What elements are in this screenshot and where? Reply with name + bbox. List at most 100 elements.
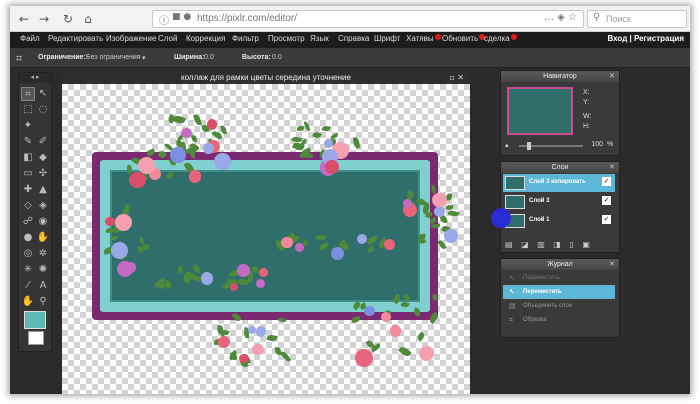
- secondary-color-swatch[interactable]: [28, 331, 44, 345]
- forward-icon[interactable]: →: [36, 11, 52, 27]
- document-controls[interactable]: ▫ ✕: [449, 72, 464, 84]
- bucket-tool-icon[interactable]: ◆: [36, 151, 50, 165]
- clone-tool-icon[interactable]: ✣: [36, 167, 50, 181]
- back-icon[interactable]: ←: [16, 11, 32, 27]
- zoom-slider-handle[interactable]: [527, 142, 531, 150]
- history-item[interactable]: ↖ Переместить: [503, 285, 615, 299]
- gradient-tool-icon[interactable]: ▭: [21, 167, 35, 181]
- sponge-tool-icon[interactable]: ◉: [36, 215, 50, 229]
- close-icon[interactable]: ✕: [609, 259, 615, 270]
- close-icon[interactable]: ✕: [609, 71, 615, 82]
- pencil-tool-icon[interactable]: ✎: [21, 135, 35, 149]
- flower-shape: [129, 171, 146, 189]
- navigator-title: Навигатор: [543, 73, 577, 80]
- lasso-tool-icon[interactable]: ◌: [36, 103, 50, 117]
- width-input[interactable]: 0.0: [204, 54, 214, 61]
- spotheal-tool-icon[interactable]: ✲: [36, 247, 50, 261]
- primary-color-swatch[interactable]: [24, 311, 46, 329]
- menu-update[interactable]: Обновить: [442, 34, 486, 43]
- document-title: коллаж для рамки цветы середина уточнени…: [62, 72, 470, 84]
- home-icon[interactable]: ⌂: [80, 11, 96, 27]
- history-item[interactable]: ▤ Объединить слои: [503, 299, 615, 313]
- chevron-down-icon[interactable]: ▾: [142, 54, 146, 62]
- tools-panel-header[interactable]: ◂ ▸: [19, 73, 51, 83]
- history-item[interactable]: ⌗ Обрезка: [503, 313, 615, 327]
- app-window: ← → ↻ ⌂ ⓘ ■ ● https://pixlr.com/editor/ …: [10, 6, 690, 394]
- flower-shape: [255, 326, 266, 337]
- info-icon[interactable]: ⓘ: [159, 12, 169, 27]
- leaf-shape: [296, 126, 305, 132]
- document-window: коллаж для рамки цветы середина уточнени…: [62, 72, 470, 394]
- drawing-tool-icon[interactable]: ▲: [36, 183, 50, 197]
- menu-font[interactable]: Шрифт: [374, 34, 400, 43]
- menu-adjust[interactable]: Коррекция: [186, 34, 225, 43]
- layer-actions[interactable]: ▤ ◪ ▥ ◨ ▯ ▣: [505, 240, 593, 249]
- type-tool-icon[interactable]: A: [36, 279, 50, 293]
- menu-file[interactable]: Файл: [20, 34, 40, 43]
- visibility-checkbox[interactable]: ✓: [602, 196, 611, 205]
- close-icon[interactable]: ✕: [609, 162, 615, 173]
- canvas[interactable]: [62, 84, 470, 394]
- width-label: Ширина:: [174, 54, 205, 61]
- eraser-tool-icon[interactable]: ◧: [21, 151, 35, 165]
- menu-favorites-label: Хатявы: [406, 34, 434, 43]
- menu-view[interactable]: Просмотр: [268, 34, 305, 43]
- login-register-link[interactable]: Вход | Регистрация: [607, 34, 684, 43]
- brush-tool-icon[interactable]: ✐: [36, 135, 50, 149]
- flower-shape: [125, 261, 137, 273]
- bloat-tool-icon[interactable]: ✳: [21, 263, 35, 277]
- smudge-tool-icon[interactable]: ☍: [21, 215, 35, 229]
- hand-tool-icon[interactable]: ✋: [21, 295, 35, 309]
- zoom-input[interactable]: 100: [589, 141, 603, 148]
- mouse-cursor-highlight: [491, 208, 511, 228]
- menu-edit[interactable]: Редактировать: [48, 34, 103, 43]
- address-bar[interactable]: ⓘ ■ ● https://pixlr.com/editor/ … ◈ ☆: [152, 10, 584, 28]
- height-input[interactable]: 0.0: [272, 54, 282, 61]
- zoom-tool-icon[interactable]: ⚲: [36, 295, 50, 309]
- search-bar[interactable]: ⚲ Поиск: [587, 10, 687, 28]
- dodge-tool-icon[interactable]: ●: [21, 231, 35, 245]
- redeye-tool-icon[interactable]: ◎: [21, 247, 35, 261]
- page-actions-icon[interactable]: … ◈ ☆: [544, 12, 577, 23]
- limit-select[interactable]: Без ограничения: [86, 54, 141, 61]
- menu-layer[interactable]: Слой: [158, 34, 177, 43]
- menu-help[interactable]: Справка: [338, 34, 369, 43]
- burn-tool-icon[interactable]: ✋: [36, 231, 50, 245]
- sharpen-tool-icon[interactable]: ◈: [36, 199, 50, 213]
- zoom-control: ▴ 100 %: [505, 141, 617, 151]
- zoom-out-icon[interactable]: ▴: [505, 141, 509, 149]
- layers-header[interactable]: Слои ✕: [501, 162, 619, 173]
- flower-shape: [363, 305, 375, 317]
- menu-image[interactable]: Изображение: [106, 34, 156, 43]
- history-header[interactable]: Журнал ✕: [501, 259, 619, 270]
- leaf-shape: [191, 135, 198, 143]
- history-panel: Журнал ✕ ↖ Переместить ↖ Переместить ▤ Объед…: [500, 258, 620, 338]
- flower-shape: [418, 346, 434, 362]
- menu-language[interactable]: Язык: [310, 34, 329, 43]
- flower-shape: [206, 119, 218, 130]
- menu-filter[interactable]: Фильтр: [232, 34, 259, 43]
- layer-row[interactable]: Слой 3 ✓: [503, 193, 615, 211]
- reload-icon[interactable]: ↻: [60, 11, 76, 27]
- history-item[interactable]: ↖ Переместить: [503, 271, 615, 285]
- menu-deal[interactable]: сделка: [484, 34, 517, 43]
- leaf-shape: [220, 124, 228, 135]
- menu-favorites[interactable]: Хатявы: [406, 34, 441, 43]
- visibility-checkbox[interactable]: ✓: [602, 215, 611, 224]
- pinch-tool-icon[interactable]: ✺: [36, 263, 50, 277]
- blur-tool-icon[interactable]: ◇: [21, 199, 35, 213]
- color-replace-tool-icon[interactable]: ✚: [21, 183, 35, 197]
- marquee-tool-icon[interactable]: ⬚: [21, 103, 35, 117]
- visibility-checkbox[interactable]: ✓: [602, 177, 611, 186]
- tool-options-bar: ⌗ Ограничение: Без ограничения ▾ Ширина:…: [10, 48, 690, 68]
- crop-icon: ⌗: [509, 316, 513, 324]
- layer-name: Слой 3: [529, 198, 550, 204]
- navigator-thumbnail[interactable]: [507, 87, 573, 135]
- navigator-header[interactable]: Навигатор ✕: [501, 71, 619, 82]
- layer-row[interactable]: Слой 1 ✓: [503, 212, 615, 230]
- wand-tool-icon[interactable]: ✦: [21, 119, 35, 133]
- layer-row[interactable]: Слой 3 копировать ✓: [503, 174, 615, 192]
- move-tool-icon[interactable]: ↖: [36, 87, 50, 101]
- crop-tool-icon[interactable]: ⌗: [21, 87, 35, 101]
- eyedropper-tool-icon[interactable]: ⁄: [21, 279, 35, 293]
